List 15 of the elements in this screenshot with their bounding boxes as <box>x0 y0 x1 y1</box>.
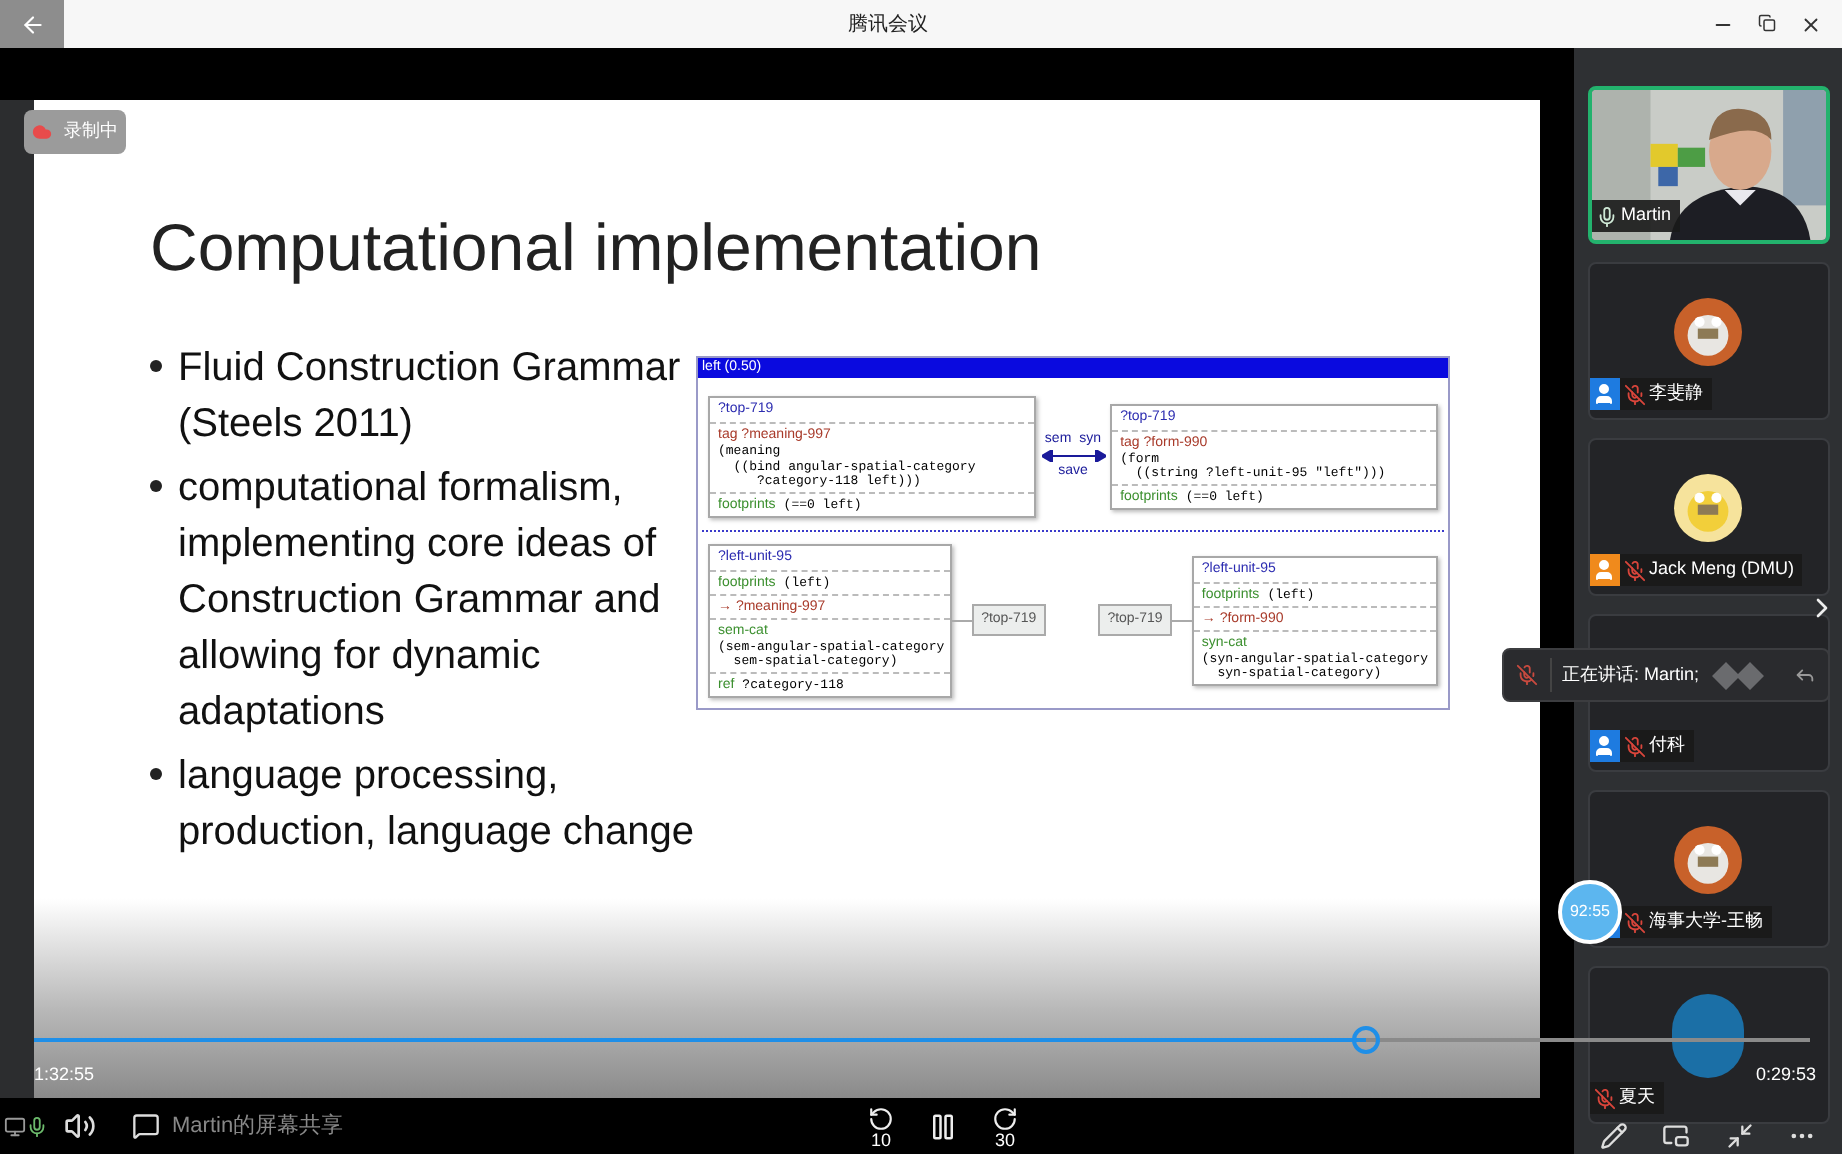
participant-name: Martin <box>1621 202 1672 229</box>
remaining-time: 0:29:53 <box>1756 1062 1817 1088</box>
bullet-text: Fluid Construction Grammar (Steels 2011) <box>178 344 681 450</box>
participant-name: Jack Meng (DMU) <box>1649 556 1795 583</box>
participant-name: 付科 <box>1649 732 1685 759</box>
recording-label: 录制中 <box>64 118 118 145</box>
bullet-text: language processing, production, language change <box>178 752 694 858</box>
share-label: Martin的屏幕共享 <box>172 1111 344 1142</box>
window-title: 腾讯会议 <box>848 11 928 39</box>
elapsed-time: 1:32:55 <box>34 1062 95 1088</box>
participant-name: 夏天 <box>1619 1084 1655 1111</box>
participant-name: 海事大学-王畅 <box>1649 908 1763 935</box>
slide-title: Computational implementation <box>150 208 1044 288</box>
participant-name: 李斐静 <box>1649 380 1703 407</box>
speaking-text: 正在讲话: Martin; <box>1562 661 1700 688</box>
